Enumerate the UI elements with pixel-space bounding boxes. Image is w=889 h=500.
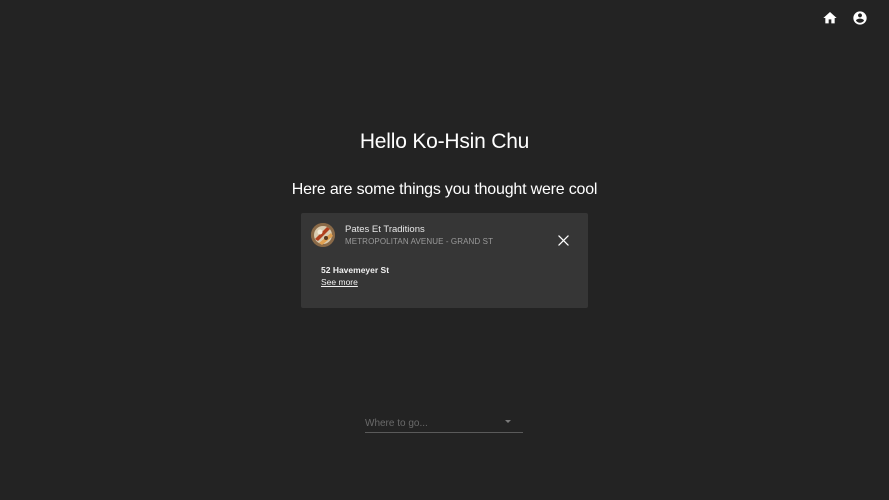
account-circle-icon[interactable]	[852, 10, 868, 26]
place-name: Pates Et Traditions	[345, 224, 425, 235]
greeting-heading: Hello Ko-Hsin Chu	[359, 130, 530, 153]
saved-places-subtitle: Here are some things you thought were co…	[291, 181, 598, 198]
place-address: 52 Havemeyer St	[321, 265, 390, 275]
page: Hello Ko-Hsin Chu Here are some things y…	[0, 0, 889, 500]
top-toolbar	[822, 10, 868, 26]
close-icon[interactable]	[558, 235, 569, 246]
destination-select[interactable]: Where to go...	[365, 414, 523, 433]
see-more-link[interactable]: See more	[321, 277, 358, 287]
destination-placeholder: Where to go...	[365, 418, 428, 429]
dropdown-arrow-icon	[505, 420, 511, 423]
home-icon[interactable]	[822, 10, 838, 26]
saved-place-card: Pates Et Traditions METROPOLITAN AVENUE …	[301, 213, 588, 308]
place-avatar	[311, 223, 335, 247]
place-location: METROPOLITAN AVENUE - GRAND ST	[345, 237, 494, 246]
